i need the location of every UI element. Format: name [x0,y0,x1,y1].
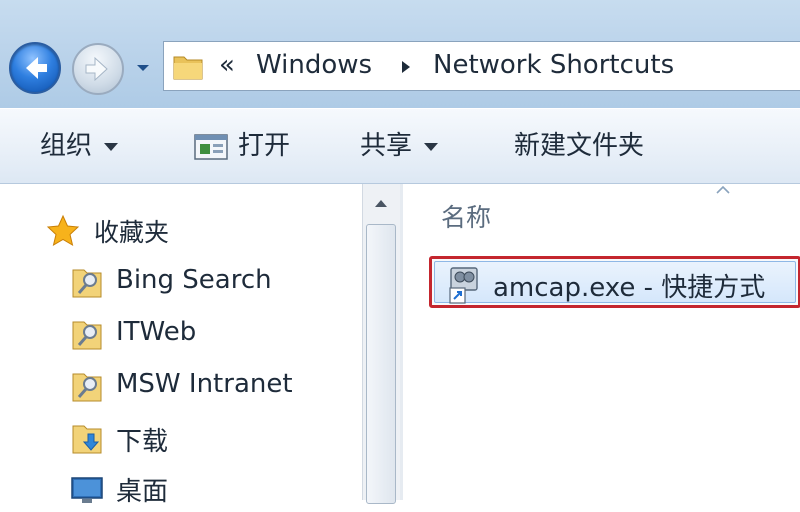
nav-item-label: Bing Search [116,265,272,295]
downloads-folder-icon [72,425,102,454]
breadcrumb-overflow-chevron[interactable]: « [219,50,235,80]
new-folder-button[interactable]: 新建文件夹 [514,128,644,164]
desktop-icon [71,477,103,503]
organize-label: 组织 [40,131,93,161]
network-shortcut-icon [72,373,102,402]
chevron-down-icon [424,142,439,151]
nav-item-msw-intranet[interactable]: MSW Intranet [0,366,362,410]
navigation-scrollbar[interactable] [362,184,400,504]
network-shortcut-icon [72,269,102,298]
organize-button[interactable]: 组织 [40,128,119,164]
chevron-down-icon [104,142,119,151]
network-shortcut-icon [72,321,102,350]
share-label: 共享 [360,131,413,161]
nav-item-downloads[interactable]: 下载 [0,418,362,462]
scroll-thumb[interactable] [366,224,396,504]
favorites-label: 收藏夹 [94,218,170,247]
file-name: amcap.exe - 快捷方式 [493,273,766,303]
back-arrow-icon [26,57,47,79]
nav-item-label: MSW Intranet [116,369,293,399]
selection-highlight: amcap.exe - 快捷方式 [434,261,796,304]
breadcrumb-network-shortcuts[interactable]: Network Shortcuts [433,50,674,80]
open-button[interactable]: 打开 [194,128,290,164]
column-header-name[interactable]: 名称 [441,198,491,234]
forward-button[interactable] [72,43,124,95]
open-window-icon [194,133,228,160]
address-bar[interactable]: « Windows Network Shortcuts [163,41,800,91]
address-band: « Windows Network Shortcuts [0,0,800,108]
file-list: 名称 amcap.exe - 快捷方式 [403,184,800,500]
new-folder-label: 新建文件夹 [514,131,645,161]
nav-item-label: 桌面 [116,477,169,507]
star-icon [46,214,80,247]
folder-icon [173,56,203,80]
recent-pages-dropdown-icon[interactable] [135,60,151,76]
share-button[interactable]: 共享 [360,128,439,164]
open-label: 打开 [238,131,291,161]
breadcrumb-separator-icon[interactable] [400,60,412,74]
favorites-header[interactable]: 收藏夹 [0,210,362,254]
nav-item-bing-search[interactable]: Bing Search [0,262,362,306]
forward-arrow-icon [85,56,108,82]
file-item-amcap-shortcut[interactable]: amcap.exe - 快捷方式 [429,256,800,308]
sort-ascending-icon [716,186,730,194]
shortcut-icon [449,267,478,304]
command-bar: 组织 打开 共享 新建文件夹 [0,108,800,184]
nav-item-itweb[interactable]: ITWeb [0,314,362,358]
breadcrumb-windows[interactable]: Windows [256,50,372,80]
nav-item-label: 下载 [116,427,169,457]
nav-item-label: ITWeb [116,317,197,347]
back-button[interactable] [9,42,61,94]
scroll-up-icon[interactable] [365,188,397,220]
navigation-pane: 收藏夹 Bing Search ITWeb MSW Intranet 下载 桌面 [0,184,362,507]
nav-item-desktop[interactable]: 桌面 [0,468,362,512]
